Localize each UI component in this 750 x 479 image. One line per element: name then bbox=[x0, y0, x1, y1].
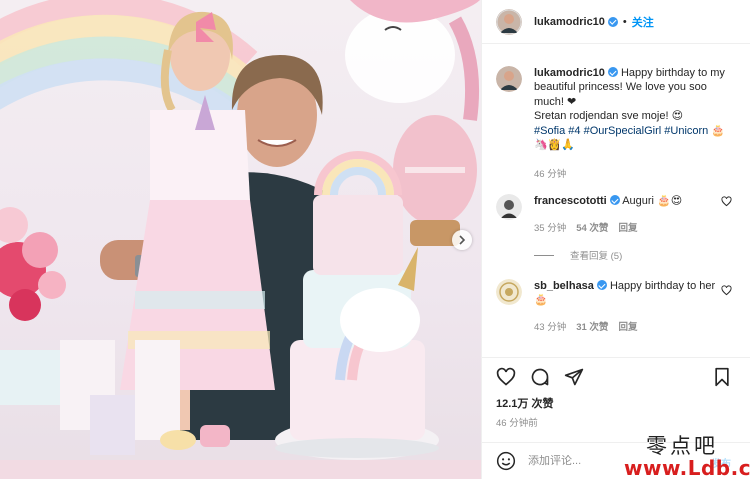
comment-timestamp: 43 分钟 bbox=[534, 322, 567, 333]
view-replies-label: 查看回复 (5) bbox=[570, 251, 623, 262]
caption-text: lukamodric10 Happy birthday to my beauti… bbox=[534, 66, 744, 152]
hashtag-link[interactable]: #4 bbox=[568, 125, 580, 137]
comment-text: Happy birthday to her bbox=[609, 280, 716, 292]
reply-button[interactable]: 回复 bbox=[618, 220, 637, 234]
view-replies-button[interactable]: 查看回复 (5) bbox=[534, 248, 622, 262]
comment-input[interactable] bbox=[528, 455, 648, 467]
cake-emoji: 🎂 bbox=[711, 124, 726, 137]
caption-line: Happy birthday to my bbox=[620, 67, 725, 79]
comment-text: Auguri 🎂😍 bbox=[622, 195, 683, 207]
post-timestamp: 46 分钟前 bbox=[496, 418, 538, 429]
post-caption: lukamodric10 Happy birthday to my beauti… bbox=[496, 66, 744, 152]
verified-badge-icon bbox=[609, 195, 620, 205]
bookmark-icon[interactable] bbox=[713, 367, 731, 387]
divider bbox=[534, 254, 554, 256]
smiley-icon[interactable] bbox=[496, 451, 516, 471]
hashtag-link[interactable]: #OurSpecialGirl bbox=[584, 125, 662, 137]
verified-badge-icon bbox=[596, 280, 607, 290]
comment-meta: 43 分钟 31 次赞 回复 bbox=[534, 319, 637, 333]
post-comment-button[interactable]: 发布 bbox=[711, 455, 731, 470]
comment-text: 🎂 bbox=[534, 294, 548, 307]
comment-username[interactable]: sb_belhasa bbox=[534, 280, 594, 292]
photo-illustration bbox=[0, 0, 481, 479]
separator-dot: • bbox=[622, 15, 627, 28]
post-photo[interactable] bbox=[0, 0, 481, 479]
caption-line: beautiful princess! We love you soo bbox=[534, 81, 707, 94]
chevron-right-icon bbox=[459, 235, 466, 245]
comment-body: sb_belhasa Happy birthday to her 🎂 bbox=[534, 279, 724, 308]
heart-icon[interactable] bbox=[721, 285, 732, 296]
verified-badge-icon bbox=[607, 16, 618, 27]
comment-username[interactable]: francescototti bbox=[534, 195, 607, 207]
hashtag-link[interactable]: #Unicorn bbox=[664, 125, 708, 137]
caption-line: Sretan rodjendan sve moje! 😍 bbox=[534, 110, 684, 123]
hashtag-link[interactable]: #Sofia bbox=[534, 125, 565, 137]
heart-icon[interactable] bbox=[496, 367, 516, 387]
heart-icon[interactable] bbox=[721, 196, 732, 207]
avatar[interactable] bbox=[496, 279, 522, 305]
likes-count[interactable]: 12.1万 次赞 bbox=[496, 395, 553, 411]
comment-item: sb_belhasa Happy birthday to her 🎂 43 分钟… bbox=[496, 279, 744, 333]
comment-icon[interactable] bbox=[530, 367, 550, 387]
comment-timestamp: 35 分钟 bbox=[534, 223, 567, 234]
avatar[interactable] bbox=[496, 194, 522, 220]
avatar-image bbox=[496, 8, 522, 35]
caption-username[interactable]: lukamodric10 bbox=[534, 67, 605, 79]
post-side-panel: lukamodric10 • 关注 lukamodric10 Happy bir… bbox=[481, 0, 750, 479]
avatar[interactable] bbox=[496, 8, 522, 35]
reply-button[interactable]: 回复 bbox=[618, 319, 637, 333]
comment-likes[interactable]: 31 次赞 bbox=[576, 319, 608, 333]
avatar-image bbox=[496, 66, 522, 92]
verified-badge-icon bbox=[607, 67, 618, 77]
caption-line: much! ❤ bbox=[534, 95, 577, 108]
next-photo-button[interactable] bbox=[452, 230, 472, 250]
comment-item: francescototti Auguri 🎂😍 35 分钟 54 次赞 回复 bbox=[496, 194, 744, 234]
post-header: lukamodric10 • 关注 bbox=[482, 0, 750, 44]
avatar-image bbox=[496, 279, 522, 305]
comment-meta: 35 分钟 54 次赞 回复 bbox=[534, 220, 637, 234]
comment-likes[interactable]: 54 次赞 bbox=[576, 220, 608, 234]
follow-button[interactable]: 关注 bbox=[632, 14, 654, 30]
avatar-image bbox=[496, 194, 522, 220]
add-comment-bar: 发布 bbox=[482, 442, 750, 479]
post-username[interactable]: lukamodric10 bbox=[534, 16, 605, 28]
comment-body: francescototti Auguri 🎂😍 bbox=[534, 194, 724, 220]
caption-emoji-line: 🦄👸🙏 bbox=[534, 139, 576, 152]
post-actions bbox=[482, 357, 750, 389]
avatar[interactable] bbox=[496, 66, 522, 92]
caption-timestamp: 46 分钟 bbox=[534, 169, 567, 180]
paper-plane-icon[interactable] bbox=[564, 367, 584, 387]
